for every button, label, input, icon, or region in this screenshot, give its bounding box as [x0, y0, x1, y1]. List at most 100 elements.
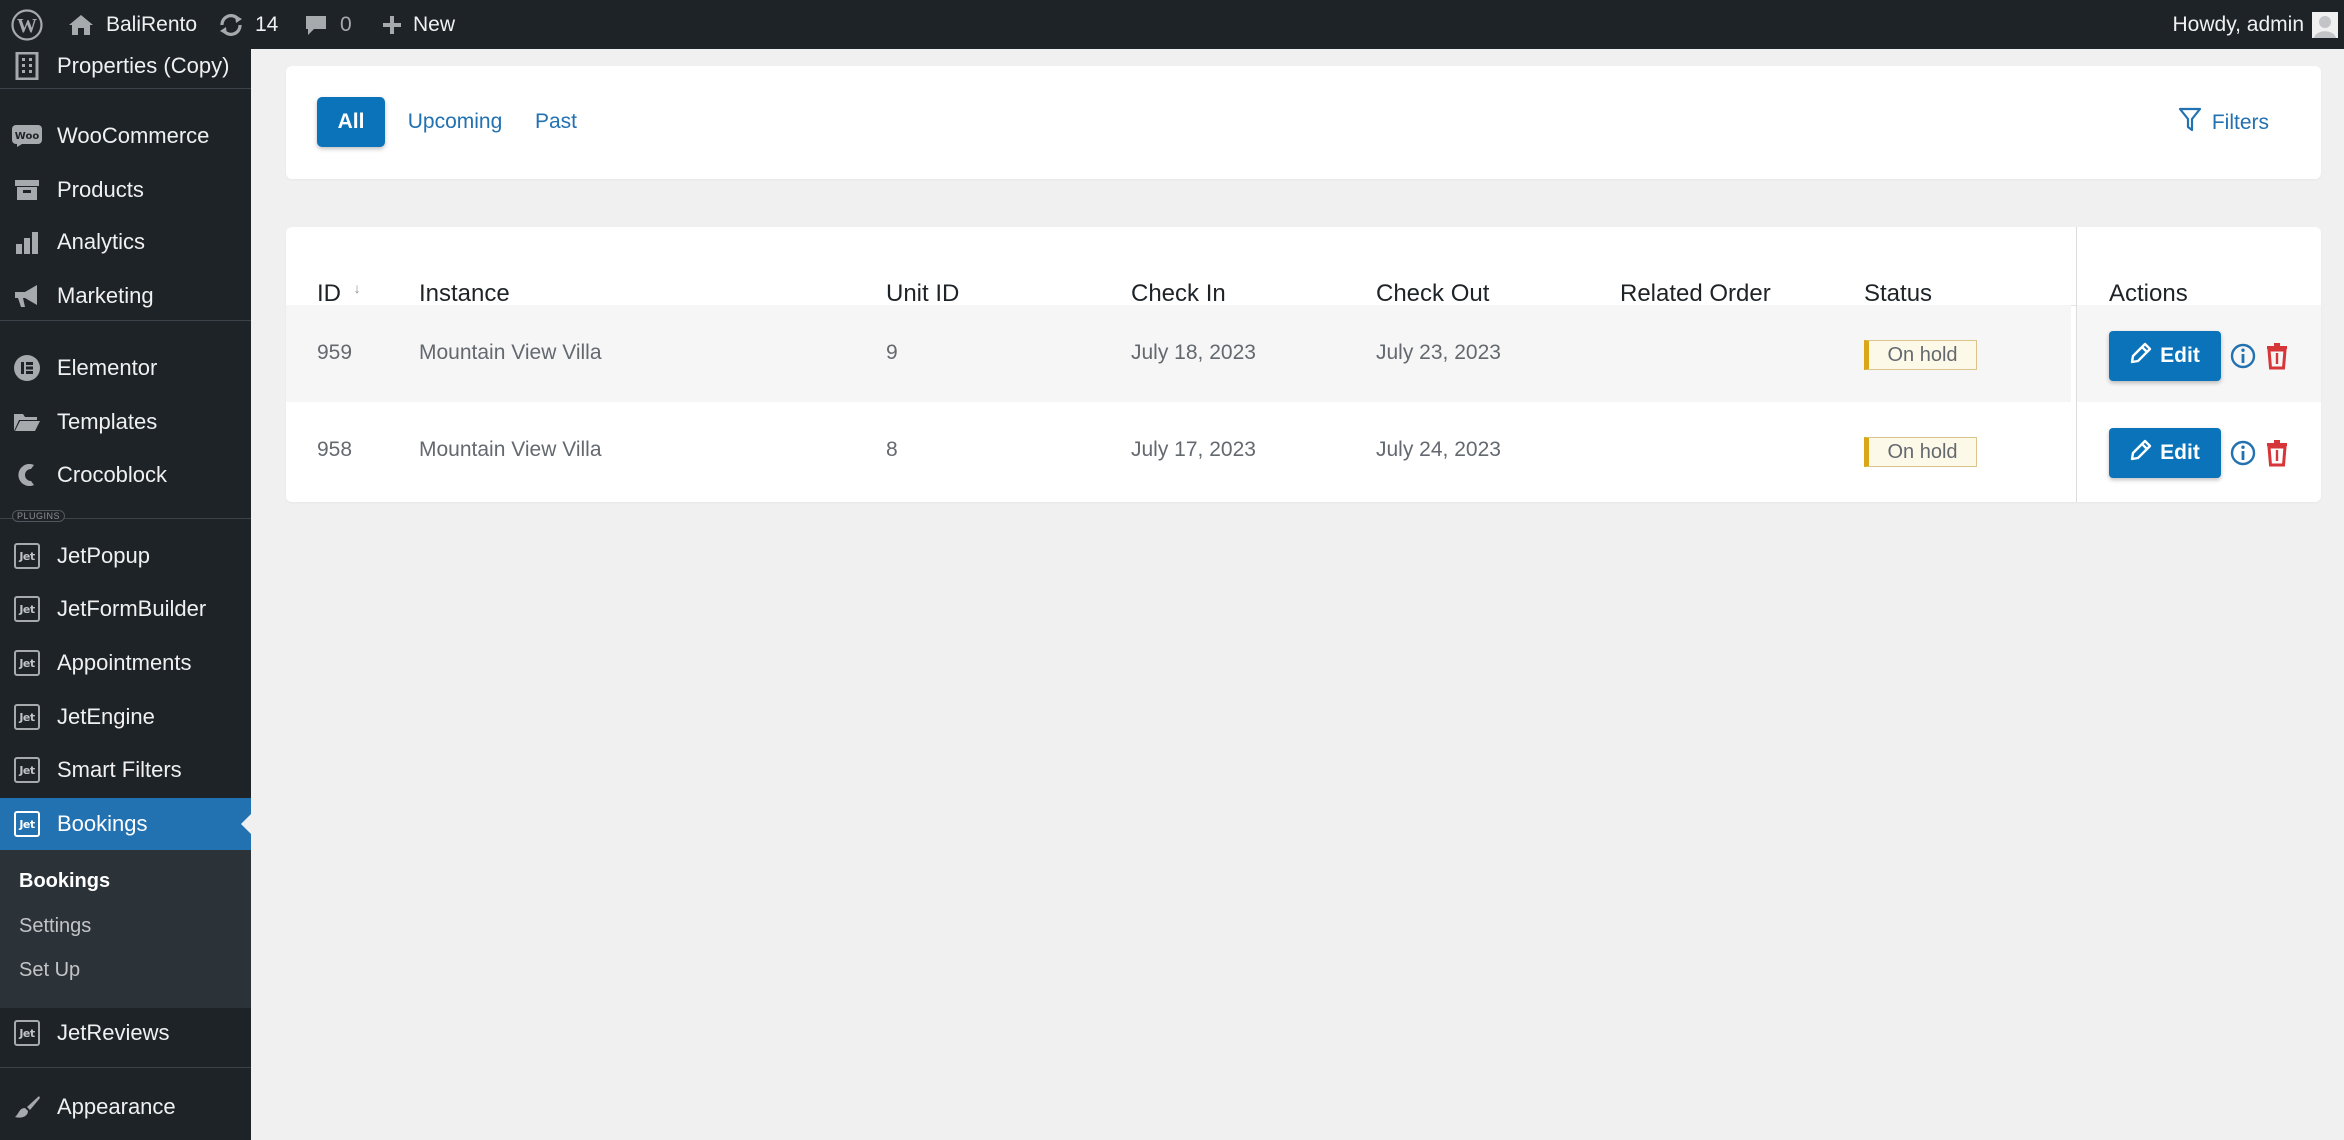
- jet-icon: Jet: [12, 648, 42, 678]
- crocoblock-icon: [12, 460, 42, 490]
- archive-icon: [12, 175, 42, 205]
- menu-item-crocoblock[interactable]: Crocoblock: [0, 449, 251, 501]
- menu-item-jetpopup[interactable]: Jet JetPopup: [0, 530, 251, 582]
- pencil-icon: [2130, 439, 2152, 467]
- comments-link[interactable]: 0: [304, 0, 352, 49]
- column-header-check-in: Check In: [1131, 280, 1226, 307]
- plugins-section-label: PLUGINS: [12, 510, 66, 522]
- menu-label: JetFormBuilder: [57, 596, 207, 621]
- menu-item-jetreviews[interactable]: Jet JetReviews: [0, 1007, 251, 1059]
- cell-id: 959: [317, 341, 353, 364]
- current-menu-arrow: [241, 814, 251, 834]
- menu-label: Marketing: [57, 283, 154, 308]
- menu-label: Templates: [57, 409, 158, 434]
- filters-button[interactable]: Filters: [2178, 107, 2269, 139]
- menu-label: Products: [57, 177, 144, 202]
- site-name-link[interactable]: BaliRento: [68, 0, 197, 49]
- menu-item-properties-copy[interactable]: Properties (Copy): [0, 49, 251, 92]
- jet-icon: Jet: [12, 809, 42, 839]
- edit-button[interactable]: Edit: [2109, 428, 2221, 478]
- menu-item-elementor[interactable]: Elementor: [0, 342, 251, 394]
- bookings-submenu: Bookings Settings Set Up: [0, 850, 251, 1008]
- wordpress-logo-icon[interactable]: W: [11, 0, 43, 49]
- menu-separator: [0, 320, 251, 321]
- cell-check-in: July 17, 2023: [1131, 438, 1256, 461]
- menu-item-appearance[interactable]: Appearance: [0, 1081, 251, 1133]
- jet-icon: Jet: [12, 1018, 42, 1048]
- new-content-link[interactable]: New: [381, 0, 455, 49]
- edit-label: Edit: [2160, 441, 2200, 464]
- menu-item-jetengine[interactable]: Jet JetEngine: [0, 691, 251, 743]
- avatar[interactable]: [2312, 0, 2338, 49]
- actions-cell: Edit: [2077, 305, 2321, 402]
- submenu-item-set-up[interactable]: Set Up: [19, 959, 80, 982]
- tab-all[interactable]: All: [317, 97, 385, 147]
- menu-item-products[interactable]: Products: [0, 164, 251, 216]
- menu-item-smart-filters[interactable]: Jet Smart Filters: [0, 744, 251, 796]
- actions-column: Edit Edit: [2076, 227, 2321, 502]
- updates-link[interactable]: 14: [217, 0, 278, 49]
- trash-icon[interactable]: [2266, 439, 2288, 472]
- bookings-table: ID ↓ Instance Unit ID Check In Check Out…: [286, 227, 2321, 502]
- column-header-instance: Instance: [419, 280, 510, 307]
- paintbrush-icon: [12, 1092, 42, 1122]
- menu-item-marketing[interactable]: Marketing: [0, 270, 251, 322]
- cell-instance: Mountain View Villa: [419, 341, 602, 364]
- tab-past[interactable]: Past: [521, 97, 591, 147]
- column-header-check-out: Check Out: [1376, 280, 1490, 307]
- menu-label: Analytics: [57, 229, 146, 254]
- booking-tabs-card: All Upcoming Past Filters: [286, 66, 2321, 179]
- table-header: ID ↓ Instance Unit ID Check In Check Out…: [286, 227, 2321, 308]
- column-header-related-order: Related Order: [1620, 280, 1771, 307]
- menu-label: JetReviews: [57, 1020, 170, 1045]
- home-icon: [68, 13, 94, 37]
- column-header-id[interactable]: ID ↓: [317, 280, 361, 308]
- comments-count: 0: [340, 12, 352, 36]
- submenu-item-bookings[interactable]: Bookings: [19, 870, 110, 893]
- updates-count: 14: [255, 12, 279, 36]
- pencil-icon: [2130, 342, 2152, 370]
- menu-separator: [0, 88, 251, 89]
- menu-item-bookings[interactable]: Jet Bookings: [0, 798, 251, 850]
- jet-icon: Jet: [12, 594, 42, 624]
- megaphone-icon: [12, 281, 42, 311]
- cell-check-out: July 23, 2023: [1376, 341, 1501, 364]
- trash-icon[interactable]: [2266, 342, 2288, 375]
- menu-item-jetformbuilder[interactable]: Jet JetFormBuilder: [0, 583, 251, 635]
- admin-sidebar: Properties (Copy) Woo WooCommerce Produc…: [0, 49, 251, 1140]
- admin-bar: W BaliRento 14 0 New Howdy, admin: [0, 0, 2344, 49]
- menu-item-appointments[interactable]: Jet Appointments: [0, 637, 251, 689]
- actions-cell: Edit: [2077, 402, 2321, 499]
- sort-descending-icon: ↓: [353, 280, 361, 296]
- tab-upcoming[interactable]: Upcoming: [400, 97, 510, 147]
- menu-label: Appearance: [57, 1094, 176, 1119]
- woo-icon: Woo: [12, 121, 42, 151]
- info-icon[interactable]: [2230, 343, 2256, 374]
- menu-label: Appointments: [57, 650, 192, 675]
- menu-separator: [0, 1067, 251, 1068]
- updates-icon: [217, 13, 245, 37]
- filters-label: Filters: [2211, 111, 2269, 134]
- menu-label: JetPopup: [57, 543, 150, 568]
- menu-item-woocommerce[interactable]: Woo WooCommerce: [0, 110, 251, 162]
- edit-label: Edit: [2160, 344, 2200, 367]
- site-name: BaliRento: [106, 12, 198, 36]
- edit-button[interactable]: Edit: [2109, 331, 2221, 381]
- menu-label: JetEngine: [57, 704, 155, 729]
- new-label: New: [413, 12, 456, 36]
- menu-item-analytics[interactable]: Analytics: [0, 216, 251, 268]
- status-badge: On hold: [1864, 437, 1977, 467]
- menu-label: WooCommerce: [57, 123, 210, 148]
- account-greeting[interactable]: Howdy, admin: [2173, 0, 2305, 49]
- jet-icon: Jet: [12, 755, 42, 785]
- cell-id: 958: [317, 438, 353, 461]
- cell-unit-id: 8: [886, 438, 898, 461]
- menu-label: Bookings: [57, 811, 148, 836]
- info-icon[interactable]: [2230, 440, 2256, 471]
- building-icon: [12, 51, 42, 81]
- menu-item-templates[interactable]: Templates: [0, 396, 251, 448]
- cell-unit-id: 9: [886, 341, 898, 364]
- cell-check-out: July 24, 2023: [1376, 438, 1501, 461]
- submenu-item-settings[interactable]: Settings: [19, 915, 91, 938]
- chart-bar-icon: [12, 227, 42, 257]
